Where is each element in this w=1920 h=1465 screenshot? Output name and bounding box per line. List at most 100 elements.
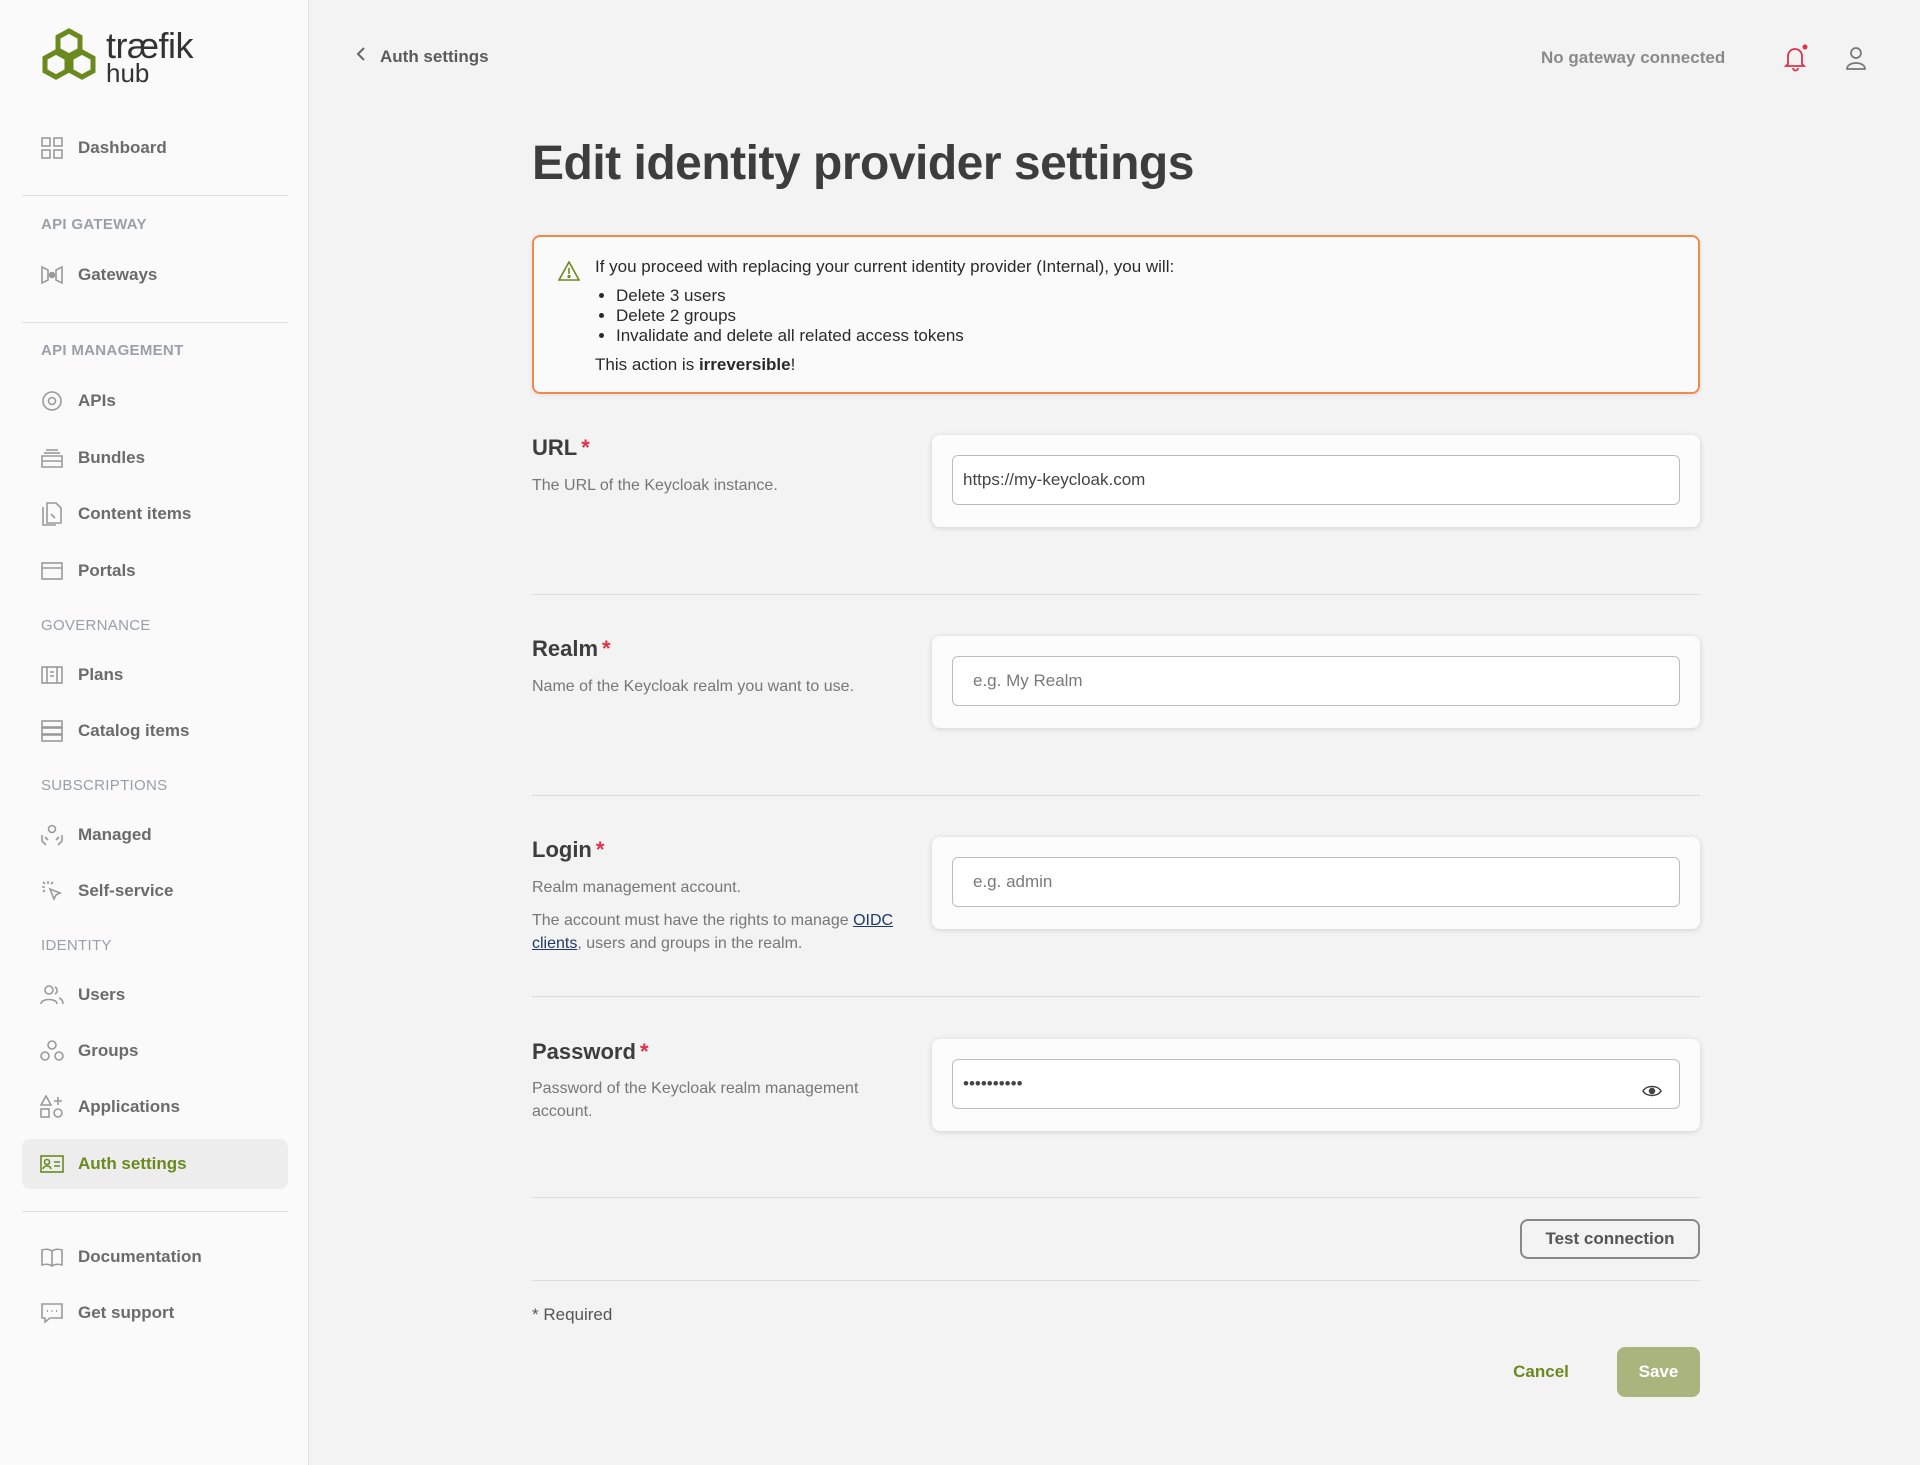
id-card-icon <box>40 1152 64 1176</box>
book-icon <box>40 1245 64 1269</box>
bundle-icon <box>40 446 64 470</box>
login-rights-suffix: , users and groups in the realm. <box>577 935 803 952</box>
warning-banner: If you proceed with replacing your curre… <box>532 235 1700 394</box>
save-button[interactable]: Save <box>1617 1347 1700 1397</box>
portal-icon <box>40 559 64 583</box>
sidebar-item-content-items[interactable]: Content items <box>22 489 288 539</box>
realm-label: Realm * <box>532 636 611 662</box>
user-profile-icon[interactable] <box>1845 46 1867 75</box>
required-mark: * <box>595 837 605 862</box>
sidebar-item-label: Managed <box>78 825 152 844</box>
sidebar-item-label: Auth settings <box>78 1154 187 1173</box>
sidebar-item-groups[interactable]: Groups <box>22 1026 288 1076</box>
sidebar-item-label: Groups <box>78 1041 139 1060</box>
sidebar-item-label: Plans <box>78 665 124 684</box>
users-icon <box>40 983 64 1007</box>
sidebar-item-portals[interactable]: Portals <box>22 546 288 596</box>
applications-icon <box>40 1095 64 1119</box>
realm-card <box>932 636 1700 728</box>
section-divider <box>532 1197 1700 1198</box>
api-icon <box>40 389 64 413</box>
url-input[interactable] <box>952 455 1680 505</box>
realm-label-text: Realm <box>532 636 599 661</box>
sidebar-item-apis[interactable]: APIs <box>22 376 288 426</box>
sidebar-item-label: Dashboard <box>78 138 167 157</box>
sidebar-item-plans[interactable]: Plans <box>22 650 288 700</box>
gateway-status[interactable]: No gateway connected <box>1541 48 1725 68</box>
password-input[interactable] <box>952 1059 1680 1109</box>
sidebar-item-label: Applications <box>78 1097 181 1116</box>
warning-irreversible-note: This action is irreversible! <box>595 355 795 375</box>
sidebar-item-label: Users <box>78 985 126 1004</box>
warning-list: Delete 3 users Delete 2 groups Invalidat… <box>616 286 964 346</box>
chevron-left-icon <box>356 46 366 67</box>
section-identity: IDENTITY <box>41 937 112 954</box>
sidebar-item-label: Bundles <box>78 448 146 467</box>
sidebar-item-label: Self-service <box>78 881 174 900</box>
plans-icon <box>40 663 64 687</box>
warning-end-bold: irreversible <box>698 355 791 374</box>
eye-icon[interactable] <box>1642 1084 1662 1103</box>
realm-input[interactable] <box>952 656 1680 706</box>
sidebar-item-self-service[interactable]: Self-service <box>22 866 288 916</box>
sidebar-item-label: Gateways <box>78 265 158 284</box>
sidebar-item-dashboard[interactable]: Dashboard <box>22 123 288 173</box>
section-governance: GOVERNANCE <box>41 617 151 634</box>
warning-end-prefix: This action is <box>595 355 699 374</box>
back-link-label: Auth settings <box>380 46 489 66</box>
login-card <box>932 837 1700 929</box>
page-title: Edit identity provider settings <box>532 137 1194 190</box>
password-label: Password * <box>532 1039 649 1065</box>
required-note: * Required <box>532 1305 613 1324</box>
hexagon-logo-icon <box>42 28 96 80</box>
login-description: Realm management account. <box>532 879 741 896</box>
login-label-text: Login <box>532 837 592 862</box>
sidebar-divider <box>22 322 288 323</box>
sidebar-item-users[interactable]: Users <box>22 970 288 1020</box>
content-file-icon <box>40 502 64 526</box>
warning-triangle-icon <box>557 260 581 286</box>
login-rights-prefix: The account must have the rights to mana… <box>532 912 854 929</box>
sidebar-item-bundles[interactable]: Bundles <box>22 433 288 483</box>
sidebar-item-label: Portals <box>78 561 136 580</box>
sidebar-divider <box>22 1211 288 1212</box>
sidebar-item-label: Catalog items <box>78 721 190 740</box>
section-subscriptions: SUBSCRIPTIONS <box>41 777 168 794</box>
section-divider <box>532 795 1700 796</box>
back-link[interactable]: Auth settings <box>356 46 489 67</box>
url-label: URL * <box>532 435 590 461</box>
sidebar-item-label: Get support <box>78 1303 175 1322</box>
password-description: Password of the Keycloak realm managemen… <box>532 1080 859 1120</box>
url-label-text: URL <box>532 435 578 460</box>
traefik-hub-logo[interactable]: træfik hub <box>40 28 194 86</box>
required-mark: * <box>639 1039 649 1064</box>
notification-bell-icon[interactable] <box>1783 44 1809 77</box>
warning-item: Delete 3 users <box>616 286 964 306</box>
password-card <box>932 1039 1700 1131</box>
test-connection-button[interactable]: Test connection <box>1520 1219 1700 1259</box>
groups-icon <box>40 1039 64 1063</box>
sidebar-item-catalog-items[interactable]: Catalog items <box>22 706 288 756</box>
sidebar-item-auth-settings[interactable]: Auth settings <box>22 1139 288 1189</box>
sidebar-item-label: Content items <box>78 504 192 523</box>
cancel-button[interactable]: Cancel <box>1500 1347 1582 1397</box>
section-api-gateway: API GATEWAY <box>41 216 147 233</box>
required-mark: * <box>602 636 611 661</box>
sidebar-item-get-support[interactable]: Get support <box>22 1288 288 1338</box>
sidebar-item-documentation[interactable]: Documentation <box>22 1232 288 1282</box>
sidebar-item-gateways[interactable]: Gateways <box>22 250 288 300</box>
required-mark: * <box>581 435 590 460</box>
realm-description: Name of the Keycloak realm you want to u… <box>532 678 854 695</box>
login-input[interactable] <box>952 857 1680 907</box>
catalog-icon <box>40 719 64 743</box>
url-card <box>932 435 1700 527</box>
warning-item: Delete 2 groups <box>616 306 964 326</box>
section-api-management: API MANAGEMENT <box>41 342 184 359</box>
sidebar-item-applications[interactable]: Applications <box>22 1082 288 1132</box>
login-label: Login * <box>532 837 604 863</box>
section-divider <box>532 996 1700 997</box>
cursor-click-icon <box>40 879 64 903</box>
chat-bubble-icon <box>40 1301 64 1325</box>
warning-item: Invalidate and delete all related access… <box>616 326 964 346</box>
sidebar-item-managed[interactable]: Managed <box>22 810 288 860</box>
